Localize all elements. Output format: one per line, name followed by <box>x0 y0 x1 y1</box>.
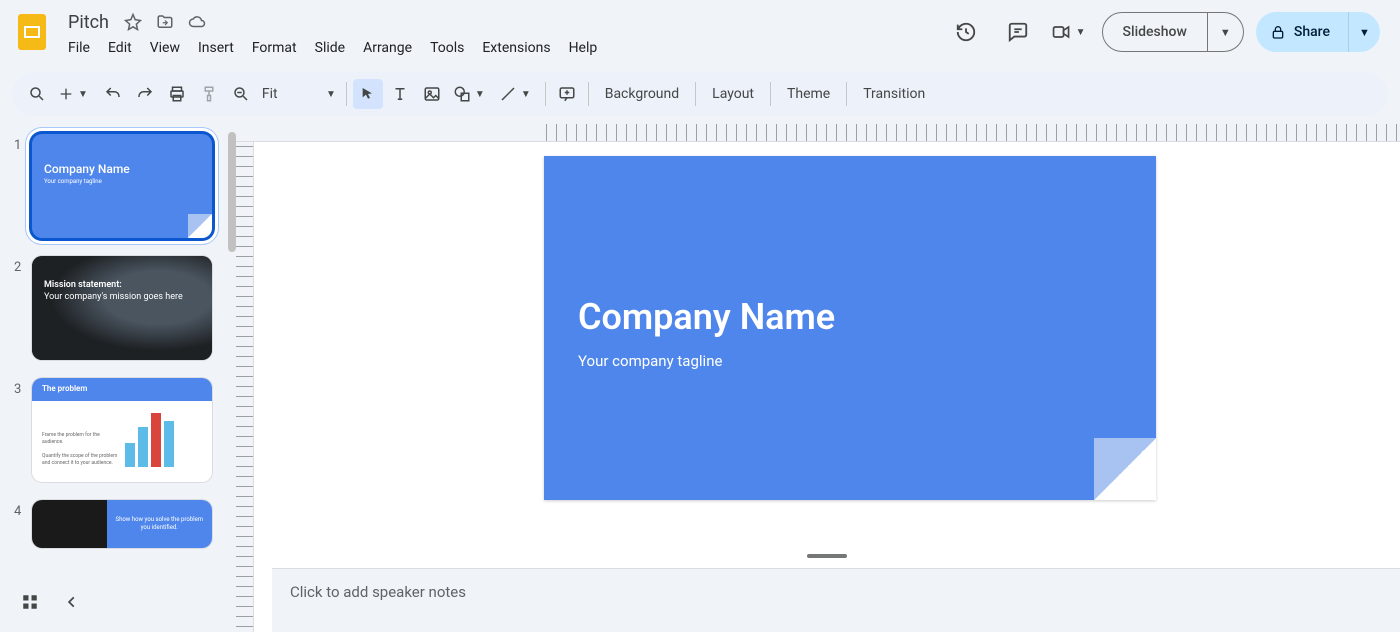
thumb-title: Mission statement: <box>44 280 122 290</box>
menu-format[interactable]: Format <box>244 36 305 60</box>
separator <box>346 82 347 106</box>
canvas-background[interactable]: Company Name Your company tagline Click … <box>254 142 1400 632</box>
menu-view[interactable]: View <box>142 36 188 60</box>
redo-button[interactable] <box>130 79 160 109</box>
slideshow-button[interactable]: Slideshow <box>1102 12 1208 52</box>
slides-app-icon[interactable] <box>12 12 52 52</box>
line-tool[interactable]: ▼ <box>495 79 539 109</box>
menu-edit[interactable]: Edit <box>100 36 140 60</box>
page-fold-icon <box>188 214 212 238</box>
menu-slide[interactable]: Slide <box>307 36 353 60</box>
thumb-image-left <box>32 500 107 548</box>
select-tool[interactable] <box>353 79 383 109</box>
version-history-icon[interactable] <box>946 12 986 52</box>
thumb-text-right: Show how you solve the problem you ident… <box>107 500 212 548</box>
theme-button[interactable]: Theme <box>777 79 840 109</box>
menu-file[interactable]: File <box>60 36 98 60</box>
undo-button[interactable] <box>98 79 128 109</box>
canvas-area: Company Name Your company tagline Click … <box>236 124 1400 632</box>
share-button[interactable]: Share <box>1256 12 1348 52</box>
star-icon[interactable] <box>121 10 145 34</box>
share-label: Share <box>1294 24 1330 40</box>
document-title[interactable]: Pitch <box>64 11 113 34</box>
slide-thumbnail-3[interactable]: The problem Frame the problem for the au… <box>32 378 212 482</box>
lock-icon <box>1270 24 1286 40</box>
slideshow-dropdown[interactable]: ▼ <box>1208 12 1244 52</box>
thumb-body-text: Frame the problem for the audience. Quan… <box>42 432 119 467</box>
layout-button[interactable]: Layout <box>702 79 764 109</box>
separator <box>588 82 589 106</box>
separator <box>545 82 546 106</box>
thumb-bg-image <box>32 256 212 360</box>
collapse-filmstrip-button[interactable] <box>56 586 88 618</box>
thumb-subtitle: Your company's mission goes here <box>44 292 183 302</box>
app-header: Pitch File Edit View Insert Format Slide… <box>0 0 1400 72</box>
share-dropdown[interactable]: ▼ <box>1348 12 1380 52</box>
slide-number: 2 <box>14 256 32 275</box>
image-tool[interactable] <box>417 79 447 109</box>
shape-tool[interactable]: ▼ <box>449 79 493 109</box>
background-button[interactable]: Background <box>595 79 689 109</box>
horizontal-ruler[interactable] <box>236 124 1400 142</box>
cloud-status-icon[interactable] <box>185 10 209 34</box>
menu-bar: File Edit View Insert Format Slide Arran… <box>60 34 605 60</box>
slideshow-split-button: Slideshow ▼ <box>1102 12 1244 52</box>
slide-number: 1 <box>14 134 32 153</box>
thumbnail-row: 2 Mission statement: Your company's miss… <box>14 256 230 360</box>
menu-tools[interactable]: Tools <box>422 36 472 60</box>
header-right: ▼ Slideshow ▼ Share ▼ <box>946 12 1388 52</box>
transition-button[interactable]: Transition <box>853 79 935 109</box>
page-fold-icon <box>1094 438 1156 500</box>
grid-view-button[interactable] <box>14 586 46 618</box>
thumb-chart <box>125 411 202 467</box>
filmstrip: 1 Company Name Your company tagline 2 Mi… <box>0 124 236 632</box>
print-button[interactable] <box>162 79 192 109</box>
zoom-out-button[interactable] <box>226 79 256 109</box>
filmstrip-scrollbar[interactable] <box>228 132 236 252</box>
vertical-ruler[interactable] <box>236 142 254 632</box>
title-block: Pitch File Edit View Insert Format Slide… <box>60 8 605 60</box>
paint-format-button[interactable] <box>194 79 224 109</box>
separator <box>695 82 696 106</box>
share-split-button: Share ▼ <box>1256 12 1380 52</box>
notes-splitter-handle[interactable] <box>807 554 847 558</box>
slide-subtitle[interactable]: Your company tagline <box>578 352 722 370</box>
textbox-tool[interactable] <box>385 79 415 109</box>
thumb-subtitle: Your company tagline <box>44 178 200 185</box>
menu-extensions[interactable]: Extensions <box>474 36 558 60</box>
slide-number: 4 <box>14 500 32 519</box>
thumb-title: Company Name <box>44 162 200 176</box>
thumbnail-row: 1 Company Name Your company tagline <box>14 134 230 238</box>
thumbnail-row: 3 The problem Frame the problem for the … <box>14 378 230 482</box>
workspace: 1 Company Name Your company tagline 2 Mi… <box>0 124 1400 632</box>
move-folder-icon[interactable] <box>153 10 177 34</box>
separator <box>846 82 847 106</box>
slide-thumbnail-2[interactable]: Mission statement: Your company's missio… <box>32 256 212 360</box>
comments-icon[interactable] <box>998 12 1038 52</box>
toolbar: ▼ Fit▼ ▼ ▼ Background Layout Theme Trans… <box>12 72 1388 116</box>
thumbnail-row: 4 Show how you solve the problem you ide… <box>14 500 230 548</box>
speaker-notes[interactable]: Click to add speaker notes <box>272 568 1400 632</box>
search-menus-button[interactable] <box>22 79 52 109</box>
slide-thumbnail-1[interactable]: Company Name Your company tagline <box>32 134 212 238</box>
zoom-select[interactable]: Fit▼ <box>258 79 340 109</box>
slide-title[interactable]: Company Name <box>578 296 835 338</box>
new-slide-button[interactable]: ▼ <box>54 79 96 109</box>
slide-canvas[interactable]: Company Name Your company tagline <box>544 156 1156 500</box>
comment-tool[interactable] <box>552 79 582 109</box>
meet-present-button[interactable]: ▼ <box>1050 12 1090 52</box>
menu-arrange[interactable]: Arrange <box>355 36 420 60</box>
menu-help[interactable]: Help <box>561 36 606 60</box>
thumb-title: The problem <box>32 378 212 401</box>
slide-number: 3 <box>14 378 32 397</box>
bottom-left-controls <box>4 576 98 628</box>
slide-thumbnail-4[interactable]: Show how you solve the problem you ident… <box>32 500 212 548</box>
menu-insert[interactable]: Insert <box>190 36 242 60</box>
separator <box>770 82 771 106</box>
